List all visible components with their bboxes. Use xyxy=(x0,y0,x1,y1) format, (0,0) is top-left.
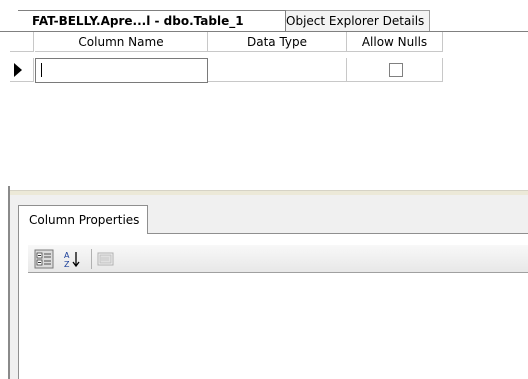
tab-table-designer[interactable]: FAT-BELLY.Apre...l - dbo.Table_1 xyxy=(18,10,286,32)
categorized-view-icon[interactable] xyxy=(34,249,54,269)
column-name-input[interactable] xyxy=(35,58,208,83)
allow-nulls-checkbox[interactable] xyxy=(389,63,403,77)
sort-alphabetical-icon[interactable]: A Z xyxy=(62,249,82,269)
text-caret xyxy=(41,63,42,77)
toolbar-separator xyxy=(91,249,92,269)
data-type-cell[interactable] xyxy=(208,58,347,82)
column-header-column-name[interactable]: Column Name xyxy=(35,32,208,52)
tab-object-explorer-details[interactable]: Object Explorer Details xyxy=(270,10,430,31)
column-header-allow-nulls[interactable]: Allow Nulls xyxy=(347,32,443,52)
column-header-data-type[interactable]: Data Type xyxy=(208,32,347,52)
property-grid[interactable] xyxy=(28,274,528,379)
current-row-arrow-icon xyxy=(14,63,22,77)
tab-column-properties[interactable]: Column Properties xyxy=(18,205,148,234)
svg-text:A: A xyxy=(64,251,70,260)
svg-text:Z: Z xyxy=(64,260,70,269)
row-header-corner xyxy=(10,32,34,52)
property-pages-icon[interactable] xyxy=(96,249,116,269)
